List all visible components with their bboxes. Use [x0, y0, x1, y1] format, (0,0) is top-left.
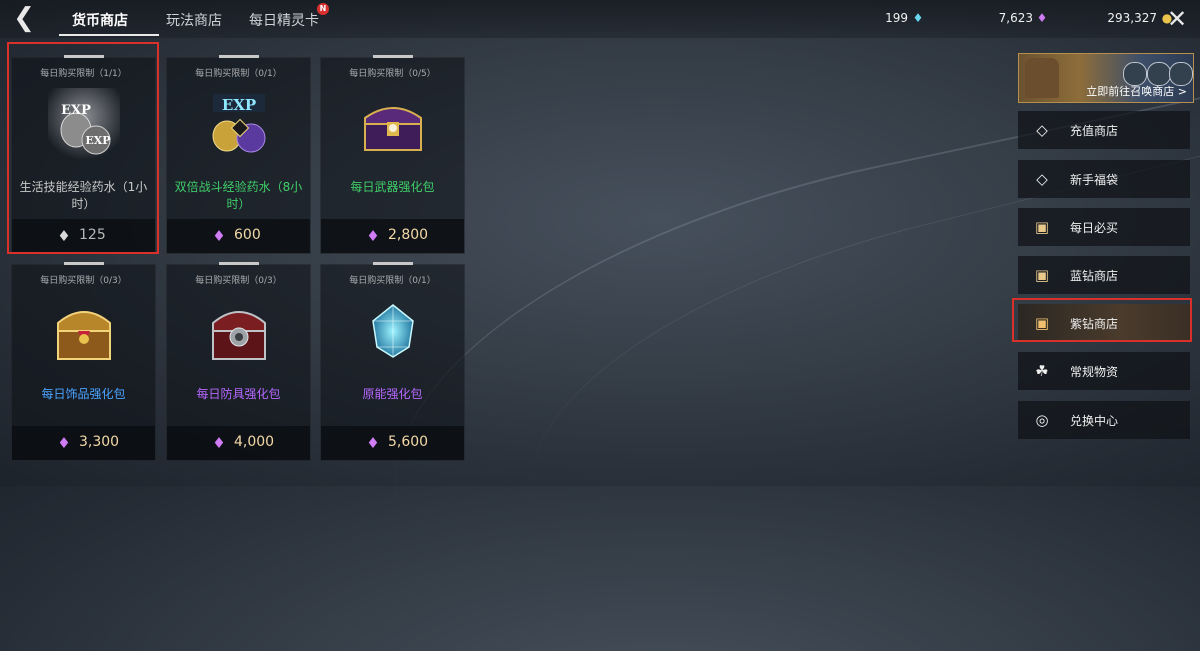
sidebar-item-blue-diamond-shop[interactable]: ▣ 蓝钻商店	[1018, 256, 1190, 294]
tab-daily-spirit-card[interactable]: 每日精灵卡	[249, 10, 319, 30]
sidebar-item-label: 兑换中心	[1070, 414, 1119, 428]
product-card[interactable]: 每日购买限制（0/3） 每日防具强化包 ♦ 4,000	[166, 262, 311, 461]
purple-diamond-icon: ♦	[1036, 11, 1048, 25]
daily-limit: 每日购买限制（0/3）	[195, 276, 282, 286]
banner-label: 立即前往召唤商店 >	[1086, 85, 1187, 98]
product-card[interactable]: 每日购买限制（0/3） 每日饰品强化包 ♦ 3,300	[11, 262, 156, 461]
card-indicator	[219, 262, 259, 265]
gift-icon: ▣	[1034, 266, 1050, 284]
sidebar-item-newbie-bag[interactable]: ◇ 新手福袋	[1018, 160, 1190, 198]
price-bar: ♦ 4,000	[167, 426, 310, 460]
daily-limit: 每日购买限制（0/1）	[349, 276, 436, 286]
coin-icon: ◎	[1035, 411, 1049, 429]
active-tab-underline	[59, 34, 159, 36]
blue-diamond-count: 199	[885, 11, 908, 25]
purple-diamond-icon: ♦	[366, 227, 380, 245]
daily-limit: 每日购买限制（0/3）	[40, 276, 127, 286]
card-indicator	[219, 55, 259, 58]
product-card[interactable]: 每日购买限制（0/1） 原能强化包 ♦ 5,600	[320, 262, 465, 461]
purple-diamond-count: 7,623	[998, 11, 1033, 25]
close-icon[interactable]: ✕	[1163, 6, 1191, 32]
product-card[interactable]: 每日购买限制（0/5） 每日武器强化包 ♦ 2,800	[320, 55, 465, 254]
tab-currency-shop[interactable]: 货币商店	[72, 10, 128, 30]
product-name: 每日武器强化包	[350, 180, 435, 194]
product-name: 每日饰品强化包	[41, 387, 126, 401]
sidebar-item-label: 蓝钻商店	[1070, 269, 1119, 283]
gold-chest-icon	[57, 311, 111, 360]
purple-diamond-icon: ♦	[57, 434, 71, 452]
summon-shop-banner[interactable]: 立即前往召唤商店 >	[1018, 53, 1194, 103]
purple-diamond-icon: ♦	[366, 434, 380, 452]
daily-limit: 每日购买限制（0/5）	[349, 69, 436, 79]
product-price: 3,300	[79, 434, 120, 450]
card-indicator	[373, 262, 413, 265]
card-indicator	[373, 55, 413, 58]
product-name: 双倍战斗经验药水（8小时）	[174, 180, 303, 211]
product-card[interactable]: 每日购买限制（0/1） EXP 双倍战斗经验药水（8小时） ♦ 600	[166, 55, 311, 254]
sidebar-item-regular-supplies[interactable]: ☘ 常规物资	[1018, 352, 1190, 390]
red-chest-icon	[212, 311, 266, 360]
sidebar-item-label: 每日必买	[1070, 221, 1119, 235]
price-bar: ♦ 3,300	[12, 426, 155, 460]
purple-diamond-icon: ♦	[212, 227, 226, 245]
sidebar-item-exchange-center[interactable]: ◎ 兑换中心	[1018, 401, 1190, 439]
price-bar: ♦ 600	[167, 219, 310, 253]
new-badge: N	[317, 3, 329, 15]
exp-potion-gold-icon: EXP	[212, 94, 266, 153]
top-bar: ❮ 货币商店 玩法商店 每日精灵卡 N 199 ♦ 7,623 ♦ 293,32…	[0, 0, 1200, 38]
sidebar-item-label: 充值商店	[1070, 124, 1119, 138]
gold-coin-count: 293,327	[1107, 11, 1157, 25]
character-portrait	[1025, 58, 1059, 98]
product-price: 600	[234, 227, 261, 243]
back-arrow-icon[interactable]: ❮	[10, 5, 38, 33]
card-indicator	[64, 262, 104, 265]
product-name: 每日防具强化包	[196, 387, 281, 401]
price-bar: ♦ 5,600	[321, 426, 464, 460]
sidebar-item-daily-must-buy[interactable]: ▣ 每日必买	[1018, 208, 1190, 246]
selected-card-highlight	[7, 42, 159, 254]
tab-gameplay-shop[interactable]: 玩法商店	[166, 10, 222, 30]
sidebar-item-label: 常规物资	[1070, 365, 1119, 379]
diamond-icon: ◇	[1036, 121, 1048, 139]
sidebar-item-recharge-shop[interactable]: ◇ 充值商店	[1018, 111, 1190, 149]
price-bar: ♦ 2,800	[321, 219, 464, 253]
gift-icon: ▣	[1034, 218, 1050, 236]
blue-diamond-icon: ♦	[912, 11, 924, 25]
product-price: 2,800	[388, 227, 429, 243]
daily-limit: 每日购买限制（0/1）	[195, 69, 282, 79]
purple-diamond-icon: ♦	[212, 434, 226, 452]
diamond-icon: ◇	[1036, 170, 1048, 188]
selected-sidebar-highlight	[1012, 298, 1192, 342]
product-name: 原能强化包	[362, 387, 423, 401]
product-price: 5,600	[388, 434, 429, 450]
product-price: 4,000	[234, 434, 275, 450]
bag-icon: ☘	[1035, 362, 1049, 380]
sidebar-item-label: 新手福袋	[1070, 173, 1119, 187]
blue-crystal-icon	[372, 304, 414, 358]
svg-text:EXP: EXP	[222, 96, 256, 114]
purple-chest-icon	[364, 107, 422, 151]
